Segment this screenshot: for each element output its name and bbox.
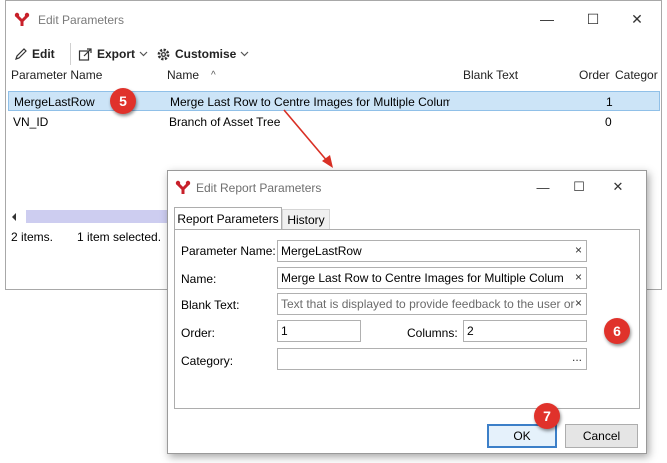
step-badge-5: 5 [110,88,136,114]
step-badge-7: 7 [534,403,560,429]
tab-report-parameters[interactable]: Report Parameters [174,207,282,229]
cancel-button[interactable]: Cancel [565,424,638,448]
name-input[interactable]: Merge Last Row to Centre Images for Mult… [277,267,587,289]
dialog-maximize-button[interactable]: ☐ [561,175,597,199]
name-value: Merge Last Row to Centre Images for Mult… [281,271,564,285]
category-input[interactable]: ... [277,348,587,370]
dialog-title: Edit Report Parameters [196,181,322,195]
step-badge-6: 6 [604,318,630,344]
blank-text-placeholder: Text that is displayed to provide feedba… [281,297,575,311]
blank-text-label: Blank Text: [181,298,240,312]
columns-label: Columns: [407,326,458,340]
ellipsis-button[interactable]: ... [572,350,582,364]
columns-value: 2 [467,324,474,338]
tab-history[interactable]: History [282,209,330,229]
order-value: 1 [281,324,288,338]
dialog-minimize-button[interactable]: — [525,175,561,199]
close-icon: ✕ [612,179,624,194]
columns-input[interactable]: 2 [463,320,587,342]
edit-report-parameters-dialog: Edit Report Parameters — ☐ ✕ Report Para… [167,170,647,454]
maximize-icon: ☐ [573,179,585,194]
parameter-name-label: Parameter Name: [181,244,276,258]
app-logo-icon [175,180,191,194]
clear-icon[interactable]: × [575,270,582,284]
parameter-name-value: MergeLastRow [281,244,362,258]
dialog-close-button[interactable]: ✕ [600,175,636,199]
order-input[interactable]: 1 [277,320,361,342]
report-parameters-panel: Parameter Name: MergeLastRow × Name: Mer… [174,229,640,409]
blank-text-input[interactable]: Text that is displayed to provide feedba… [277,293,587,315]
minimize-icon: — [536,179,550,195]
clear-icon[interactable]: × [575,296,582,310]
parameter-name-input[interactable]: MergeLastRow × [277,240,587,262]
clear-icon[interactable]: × [575,243,582,257]
category-label: Category: [181,354,234,368]
order-label: Order: [181,326,216,340]
name-label: Name: [181,272,217,286]
